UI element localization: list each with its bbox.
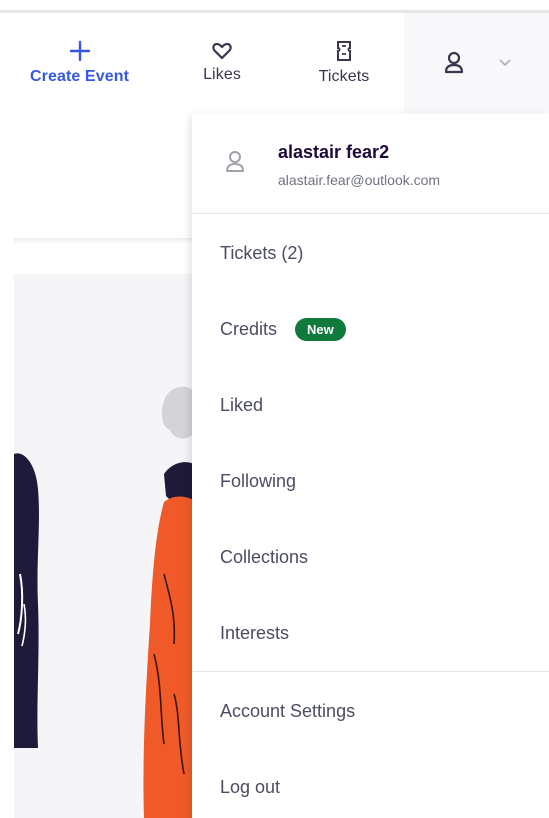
menu-item-log-out-label: Log out [220, 776, 281, 797]
menu-item-liked-label: Liked [220, 394, 264, 415]
menu-item-liked[interactable]: Liked [192, 367, 549, 443]
user-email: alastair.fear@outlook.com [278, 172, 441, 188]
menu-item-credits-label: Credits [220, 318, 278, 339]
user-icon [444, 51, 463, 74]
menu-item-collections-label: Collections [220, 546, 309, 567]
menu-item-credits[interactable]: Credits New [192, 291, 549, 367]
create-event-label: Create Event [29, 68, 130, 85]
profile-dropdown-menu: alastair fear2 alastair.fear@outlook.com… [192, 114, 549, 818]
user-avatar-icon [226, 151, 244, 172]
page-content-strip [14, 113, 194, 241]
menu-item-account-settings[interactable]: Account Settings [192, 673, 549, 749]
menu-divider [192, 671, 549, 672]
plus-icon [69, 40, 90, 62]
header-bar: Create Event Likes Tickets [14, 13, 549, 113]
user-name: alastair fear2 [278, 142, 390, 162]
new-badge: New [295, 317, 346, 341]
menu-item-interests-label: Interests [220, 622, 290, 643]
menu-item-interests[interactable]: Interests [192, 595, 549, 671]
profile-menu-toggle[interactable] [404, 13, 549, 113]
likes-button[interactable]: Likes [194, 13, 250, 113]
user-info: alastair fear2 alastair.fear@outlook.com [192, 114, 549, 214]
people-illustration [14, 386, 194, 818]
menu-item-account-settings-label: Account Settings [220, 700, 356, 721]
create-event-button[interactable]: Create Event [22, 13, 137, 113]
menu-item-log-out[interactable]: Log out [192, 749, 549, 818]
heart-icon [212, 42, 232, 60]
hero-illustration [14, 274, 194, 818]
tickets-button[interactable]: Tickets [306, 13, 382, 113]
tickets-label: Tickets [318, 68, 370, 85]
menu-item-following[interactable]: Following [192, 443, 549, 519]
ticket-icon [337, 41, 351, 61]
menu-item-collections[interactable]: Collections [192, 519, 549, 595]
chevron-down-icon [498, 59, 511, 67]
menu-item-following-label: Following [220, 470, 297, 491]
menu-item-tickets-label: Tickets (2) [220, 242, 304, 263]
menu-item-tickets[interactable]: Tickets (2) [192, 215, 549, 291]
page-strip-shadow [14, 238, 194, 244]
likes-label: Likes [203, 66, 241, 83]
